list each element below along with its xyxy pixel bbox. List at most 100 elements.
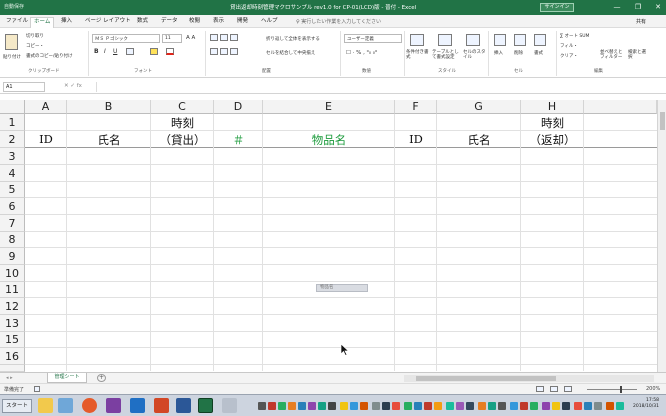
italic-button[interactable]: I — [104, 48, 106, 55]
tray-icon[interactable] — [350, 402, 358, 410]
paste-button[interactable]: 貼り付け — [3, 54, 21, 60]
tray-icon[interactable] — [562, 402, 570, 410]
row-header[interactable]: 16 — [0, 348, 25, 365]
restore-button[interactable]: ❐ — [631, 1, 645, 13]
vertical-scroll-thumb[interactable] — [660, 112, 665, 130]
cell-styles-button[interactable]: セルのスタイル — [463, 50, 487, 60]
tab-review[interactable]: 校閲 — [186, 17, 203, 28]
tab-help[interactable]: ヘルプ — [258, 17, 281, 28]
bold-button[interactable]: B — [94, 48, 99, 55]
autosave-toggle[interactable]: 自動保存 — [4, 3, 24, 10]
file-explorer-icon[interactable] — [38, 398, 53, 413]
font-grow-shrink-buttons[interactable]: A A — [186, 35, 195, 41]
align-left-icon[interactable] — [210, 48, 218, 55]
row-header[interactable]: 8 — [0, 232, 25, 248]
wrap-text-button[interactable]: 折り返して全体を表示する — [266, 36, 320, 42]
formula-buttons[interactable]: ✕ ✓ fx — [64, 83, 82, 89]
font-size-select[interactable]: 11 — [162, 34, 182, 43]
row-header[interactable]: 4 — [0, 165, 25, 182]
tray-icon[interactable] — [404, 402, 412, 410]
column-header-c[interactable]: C — [151, 100, 214, 114]
cell-c1[interactable]: 時刻 — [151, 115, 214, 131]
onenote-icon[interactable] — [106, 398, 121, 413]
app-window-icon[interactable] — [58, 398, 73, 413]
row-header[interactable]: 7 — [0, 215, 25, 232]
powerpoint-icon[interactable] — [154, 398, 169, 413]
format-painter-button[interactable]: 書式のコピー/貼り付け — [26, 53, 73, 59]
insert-cells-button[interactable]: 挿入 — [494, 50, 503, 56]
page-layout-view-icon[interactable] — [550, 386, 558, 392]
find-select-button[interactable]: 検索と選択 — [628, 50, 650, 60]
number-format-select[interactable]: ユーザー定義 — [344, 34, 402, 43]
tray-icon[interactable] — [288, 402, 296, 410]
add-sheet-button[interactable]: + — [97, 374, 106, 382]
sheet-tab-kanri[interactable]: 管理シート — [47, 373, 87, 383]
cell-h1[interactable]: 時刻 — [521, 115, 584, 131]
tab-view[interactable]: 表示 — [210, 17, 227, 28]
align-top-icon[interactable] — [210, 34, 218, 41]
format-as-table-icon[interactable] — [438, 34, 452, 46]
delete-cells-icon[interactable] — [514, 34, 526, 46]
select-all-corner[interactable] — [0, 100, 25, 114]
row-header[interactable]: 13 — [0, 315, 25, 332]
cell-e2[interactable]: 物品名 — [263, 132, 395, 148]
tray-icon[interactable] — [298, 402, 306, 410]
tray-icon[interactable] — [530, 402, 538, 410]
fill-color-icon[interactable] — [150, 48, 158, 55]
column-header-a[interactable]: A — [25, 100, 67, 114]
zoom-level[interactable]: 200% — [646, 386, 660, 392]
paste-icon[interactable] — [5, 34, 18, 50]
tab-file[interactable]: ファイル — [3, 17, 31, 28]
sheet-nav-arrows[interactable]: ◂ ▸ — [6, 375, 13, 381]
start-button[interactable]: スタート — [2, 399, 32, 413]
tool-icon[interactable] — [222, 398, 237, 413]
column-header-f[interactable]: F — [395, 100, 437, 114]
tray-icon[interactable] — [392, 402, 400, 410]
cell-a2[interactable]: ID — [25, 132, 67, 146]
tray-icon[interactable] — [414, 402, 422, 410]
row-header[interactable]: 2 — [0, 131, 25, 148]
row-header[interactable]: 1 — [0, 114, 25, 131]
cell-h2[interactable]: （返却） — [521, 132, 584, 148]
tray-icon[interactable] — [372, 402, 380, 410]
tray-icon[interactable] — [318, 402, 326, 410]
tray-icon[interactable] — [360, 402, 368, 410]
tray-icon[interactable] — [434, 402, 442, 410]
close-button[interactable]: ✕ — [651, 1, 665, 13]
macro-record-icon[interactable] — [34, 386, 40, 392]
column-header-g[interactable]: G — [437, 100, 521, 114]
vertical-scrollbar[interactable] — [657, 100, 666, 372]
tray-icon[interactable] — [446, 402, 454, 410]
tray-icon[interactable] — [498, 402, 506, 410]
format-cells-icon[interactable] — [534, 34, 546, 46]
format-cells-button[interactable]: 書式 — [534, 50, 543, 56]
tray-icon[interactable] — [456, 402, 464, 410]
tray-icon[interactable] — [328, 402, 336, 410]
outlook-icon[interactable] — [130, 398, 145, 413]
conditional-format-button[interactable]: 条件付き書式 — [406, 50, 430, 60]
tray-icon[interactable] — [606, 402, 614, 410]
tab-developer[interactable]: 開発 — [234, 17, 251, 28]
column-header-h[interactable]: H — [521, 100, 584, 114]
page-break-view-icon[interactable] — [564, 386, 572, 392]
align-right-icon[interactable] — [230, 48, 238, 55]
cell-c2[interactable]: （貸出） — [151, 132, 214, 148]
tray-icon[interactable] — [510, 402, 518, 410]
formula-input[interactable] — [96, 82, 656, 92]
tab-formulas[interactable]: 数式 — [134, 17, 151, 28]
tray-icon[interactable] — [478, 402, 486, 410]
format-as-table-button[interactable]: テーブルとして書式設定 — [432, 50, 462, 60]
normal-view-icon[interactable] — [536, 386, 544, 392]
cut-button[interactable]: 切り取り — [26, 33, 44, 39]
tray-icon[interactable] — [382, 402, 390, 410]
tray-icon[interactable] — [466, 402, 474, 410]
signin-button[interactable]: サインイン — [540, 3, 574, 12]
excel-icon[interactable] — [198, 398, 213, 413]
tab-insert[interactable]: 挿入 — [58, 17, 75, 28]
share-button[interactable]: 共有 — [636, 18, 646, 25]
row-header[interactable]: 9 — [0, 248, 25, 265]
row-header[interactable]: 3 — [0, 148, 25, 165]
tray-icon[interactable] — [616, 402, 624, 410]
tab-page-layout[interactable]: ページ レイアウト — [82, 17, 134, 28]
row-header[interactable]: 5 — [0, 182, 25, 198]
